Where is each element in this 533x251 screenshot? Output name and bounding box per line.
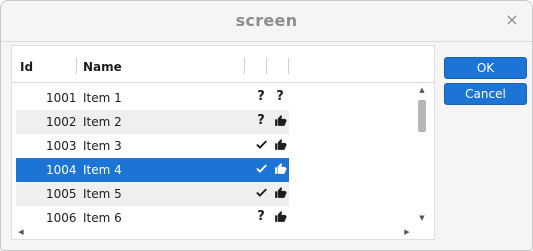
cell-id: 1001 bbox=[46, 91, 77, 105]
table-row[interactable]: 1003 Item 3 bbox=[16, 134, 289, 158]
cell-name: Item 5 bbox=[83, 187, 122, 201]
thumbs-up-icon[interactable] bbox=[272, 137, 288, 153]
thumbs-up-icon[interactable] bbox=[272, 161, 288, 177]
table-header: Id Name bbox=[12, 46, 434, 83]
ok-button[interactable]: OK bbox=[444, 57, 527, 79]
table-row[interactable]: 1002 Item 2 ? bbox=[16, 110, 289, 134]
table-body: 1001 Item 1 ? ? 1002 Item 2 ? 1003 Item … bbox=[16, 86, 289, 226]
thumbs-up-icon[interactable] bbox=[272, 209, 288, 225]
scrollbar-thumb[interactable] bbox=[418, 100, 426, 132]
window-title: screen bbox=[235, 11, 298, 30]
question-icon[interactable]: ? bbox=[253, 89, 269, 105]
cell-name: Item 3 bbox=[83, 139, 122, 153]
cell-name: Item 2 bbox=[83, 115, 122, 129]
question-icon[interactable]: ? bbox=[253, 209, 269, 225]
scroll-right-icon[interactable]: ▶ bbox=[402, 226, 412, 238]
question-icon[interactable]: ? bbox=[253, 113, 269, 129]
question-icon[interactable]: ? bbox=[272, 89, 288, 105]
vertical-scrollbar[interactable]: ▲ ▼ bbox=[416, 86, 428, 224]
cell-id: 1003 bbox=[46, 139, 77, 153]
close-icon: × bbox=[505, 10, 519, 29]
table-row[interactable]: 1004 Item 4 bbox=[16, 158, 289, 182]
scroll-down-icon[interactable]: ▼ bbox=[416, 214, 428, 224]
table-row[interactable]: 1006 Item 6 ? bbox=[16, 206, 289, 226]
table-row[interactable]: 1001 Item 1 ? ? bbox=[16, 86, 289, 110]
check-icon[interactable] bbox=[253, 185, 269, 201]
cell-name: Item 4 bbox=[83, 163, 122, 177]
cell-name: Item 1 bbox=[83, 91, 122, 105]
column-header-name[interactable]: Name bbox=[83, 60, 122, 74]
dialog-window: screen × Id Name 1001 Item 1 ? ? 1002 It… bbox=[0, 0, 533, 251]
column-separator[interactable] bbox=[76, 58, 77, 74]
table-row[interactable]: 1005 Item 5 bbox=[16, 182, 289, 206]
cell-id: 1006 bbox=[46, 211, 77, 225]
column-header-id[interactable]: Id bbox=[20, 60, 33, 74]
check-icon[interactable] bbox=[253, 137, 269, 153]
cell-id: 1005 bbox=[46, 187, 77, 201]
column-separator[interactable] bbox=[244, 58, 245, 74]
thumbs-up-icon[interactable] bbox=[272, 185, 288, 201]
cell-id: 1002 bbox=[46, 115, 77, 129]
close-button[interactable]: × bbox=[502, 10, 522, 30]
scroll-up-icon[interactable]: ▲ bbox=[416, 86, 428, 96]
column-separator[interactable] bbox=[288, 58, 289, 74]
titlebar: screen × bbox=[1, 1, 532, 42]
cell-name: Item 6 bbox=[83, 211, 122, 225]
scroll-left-icon[interactable]: ◀ bbox=[16, 226, 26, 238]
column-separator[interactable] bbox=[266, 58, 267, 74]
cancel-button[interactable]: Cancel bbox=[444, 83, 527, 105]
check-icon[interactable] bbox=[253, 161, 269, 177]
table-view[interactable]: Id Name 1001 Item 1 ? ? 1002 Item 2 ? 10… bbox=[11, 45, 435, 240]
cell-id: 1004 bbox=[46, 163, 77, 177]
horizontal-scrollbar[interactable]: ◀ ▶ bbox=[14, 226, 414, 238]
thumbs-up-icon[interactable] bbox=[272, 113, 288, 129]
